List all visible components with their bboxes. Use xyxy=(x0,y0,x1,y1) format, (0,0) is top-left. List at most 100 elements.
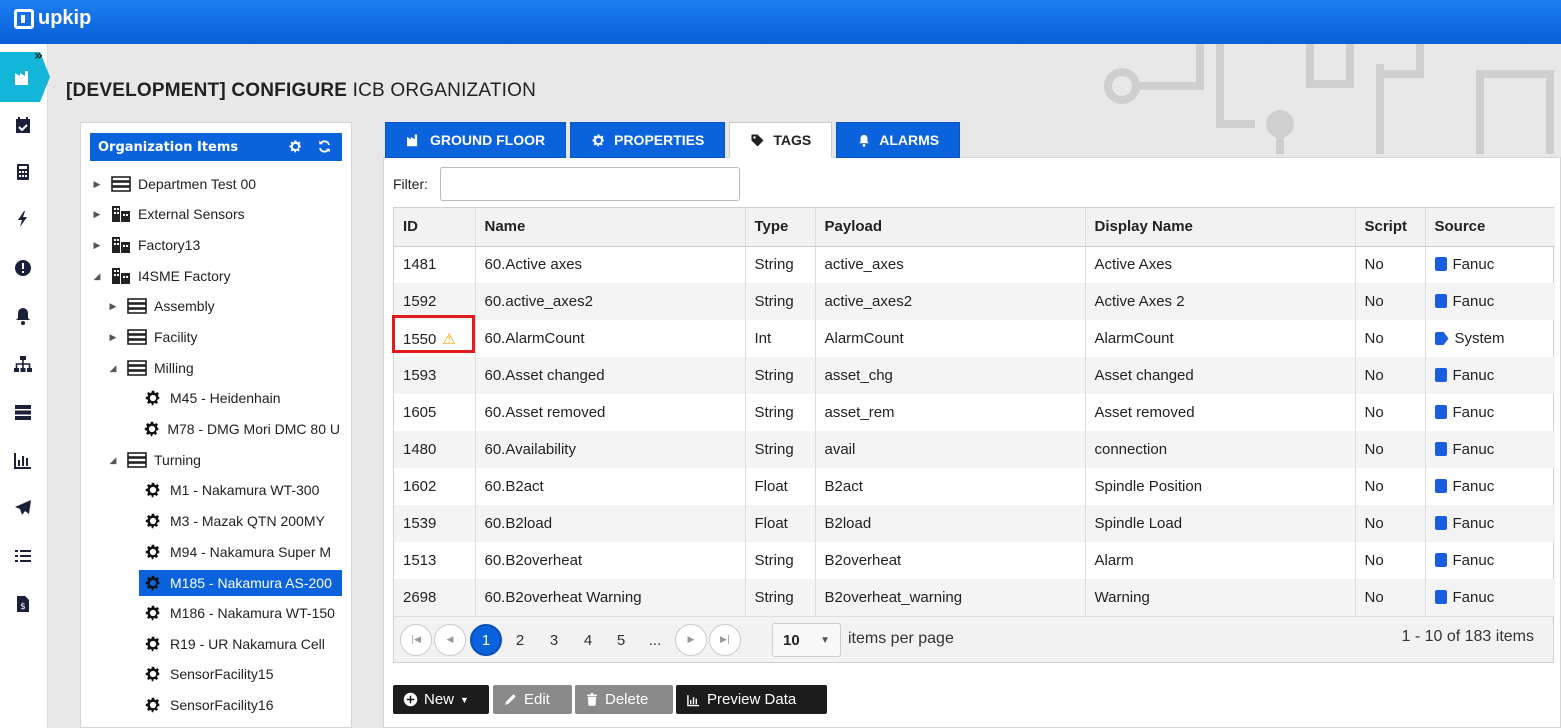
tree-item[interactable]: M3 - Mazak QTN 200MY xyxy=(142,508,325,534)
logo-icon xyxy=(14,8,34,29)
table-row[interactable]: 1605 60.Asset removed String asset_rem A… xyxy=(394,394,1555,431)
page-number[interactable]: 5 xyxy=(605,624,637,656)
exclamation-circle-icon[interactable] xyxy=(12,257,34,279)
source-label: Fanuc xyxy=(1452,515,1495,532)
cell-payload: active_axes xyxy=(814,246,1085,283)
tree-item[interactable]: M186 - Nakamura WT-150 xyxy=(142,600,340,626)
page-number[interactable]: 4 xyxy=(572,624,604,656)
table-row[interactable]: 2698 60.B2overheat Warning String B2over… xyxy=(394,579,1555,616)
new-button[interactable]: New ▼ xyxy=(393,685,489,714)
calculator-icon[interactable] xyxy=(12,161,34,183)
delete-button[interactable]: Delete xyxy=(575,685,673,714)
refresh-icon[interactable] xyxy=(317,139,332,154)
expand-caret-icon[interactable]: ▶ xyxy=(108,332,118,343)
bolt-icon[interactable] xyxy=(12,208,34,230)
tab-tags[interactable]: TAGS xyxy=(729,122,833,158)
bell-icon[interactable] xyxy=(12,305,34,327)
table-row[interactable]: 1593 60.Asset changed String asset_chg A… xyxy=(394,357,1555,394)
tree-item[interactable]: SensorFacility15 xyxy=(142,661,274,687)
tree-item-label: I4SME Factory xyxy=(138,268,231,284)
table-row[interactable]: 1592 60.active_axes2 String active_axes2… xyxy=(394,283,1555,320)
column-header-id[interactable]: ID xyxy=(394,208,475,247)
tab-ground-floor[interactable]: GROUND FLOOR xyxy=(385,122,567,158)
calendar-check-icon[interactable] xyxy=(12,114,34,136)
app-logo[interactable]: upkip xyxy=(14,7,91,30)
edit-button[interactable]: Edit xyxy=(493,685,572,714)
expand-caret-icon[interactable]: ▶ xyxy=(92,209,102,220)
collapse-caret-icon[interactable]: ◢ xyxy=(92,271,102,282)
tab-alarms[interactable]: ALARMS xyxy=(836,122,961,158)
filter-input[interactable] xyxy=(440,167,740,201)
tree-item[interactable]: ◢ Milling xyxy=(108,355,194,381)
table-row[interactable]: 1513 60.B2overheat String B2overheat Ala… xyxy=(394,542,1555,579)
page-more[interactable]: ... xyxy=(639,624,671,656)
chip-icon xyxy=(1434,479,1447,493)
settings-gear-icon[interactable] xyxy=(288,139,303,154)
page-number[interactable]: 2 xyxy=(504,624,536,656)
tab-label: ALARMS xyxy=(879,132,940,148)
cell-script: No xyxy=(1354,505,1425,542)
table-row[interactable]: 1481 60.Active axes String active_axes A… xyxy=(394,246,1555,283)
invoice-dollar-icon[interactable]: $ xyxy=(12,593,34,615)
source-label: Fanuc xyxy=(1452,256,1495,274)
gear-icon xyxy=(142,512,164,530)
tree-item[interactable]: ▶ Departmen Test 00 xyxy=(92,171,257,197)
cell-display-name: Warning xyxy=(1084,579,1355,616)
expand-caret-icon[interactable]: ▶ xyxy=(92,240,102,251)
cell-payload: asset_chg xyxy=(814,357,1085,394)
tree-item-selected[interactable]: M185 - Nakamura AS-200 xyxy=(139,570,342,596)
tree-item[interactable]: ◢ I4SME Factory xyxy=(92,263,231,289)
prev-page-button[interactable]: ◀ xyxy=(434,624,466,656)
column-header-script[interactable]: Script xyxy=(1354,208,1425,247)
page-number[interactable]: 3 xyxy=(538,624,570,656)
preview-data-button[interactable]: Preview Data xyxy=(676,685,827,714)
tree-item[interactable]: ▶ External Sensors xyxy=(92,201,245,227)
server-icon xyxy=(126,328,148,346)
sidebar: » $ xyxy=(0,44,50,728)
next-page-button[interactable]: ▶ xyxy=(675,624,707,656)
column-header-source[interactable]: Source xyxy=(1424,208,1555,247)
table-row[interactable]: 1602 60.B2act Float B2act Spindle Positi… xyxy=(394,468,1555,505)
tree-item-label: External Sensors xyxy=(138,206,245,222)
server-icon[interactable] xyxy=(12,401,34,423)
bar-chart-icon[interactable] xyxy=(12,449,34,471)
tree-item[interactable]: M45 - Heidenhain xyxy=(142,385,281,411)
expand-caret-icon[interactable]: ▶ xyxy=(92,179,102,190)
cell-type: String xyxy=(744,431,815,468)
last-page-button[interactable]: ▶| xyxy=(709,624,741,656)
tree-item[interactable]: M1 - Nakamura WT-300 xyxy=(142,477,319,503)
tree-item[interactable]: R19 - UR Nakamura Cell xyxy=(142,631,325,657)
first-page-button[interactable]: |◀ xyxy=(400,624,432,656)
cell-type: Int xyxy=(744,320,815,357)
source-label: Fanuc xyxy=(1452,441,1495,458)
tree-item[interactable]: ▶ Factory13 xyxy=(92,232,200,258)
column-header-type[interactable]: Type xyxy=(744,208,815,247)
table-row[interactable]: 1539 60.B2load Float B2load Spindle Load… xyxy=(394,505,1555,542)
column-header-display-name[interactable]: Display Name xyxy=(1084,208,1355,247)
list-icon[interactable] xyxy=(12,545,34,567)
page-size-select[interactable]: 10 ▼ xyxy=(772,623,841,657)
tree-item[interactable]: M78 - DMG Mori DMC 80 U xyxy=(142,416,340,442)
trash-icon xyxy=(587,693,597,706)
tree-item[interactable]: SensorFacility16 xyxy=(142,692,274,718)
page-number-current[interactable]: 1 xyxy=(470,624,502,656)
table-row[interactable]: 1480 60.Availability String avail connec… xyxy=(394,431,1555,468)
factory-icon[interactable] xyxy=(12,66,34,88)
tree-item[interactable]: M94 - Nakamura Super M xyxy=(142,539,340,565)
column-header-payload[interactable]: Payload xyxy=(814,208,1085,247)
collapse-caret-icon[interactable]: ◢ xyxy=(108,455,118,466)
gear-icon xyxy=(142,665,164,683)
paper-plane-icon[interactable] xyxy=(12,497,34,519)
tab-properties[interactable]: PROPERTIES xyxy=(570,122,726,158)
collapse-caret-icon[interactable]: ◢ xyxy=(108,363,118,374)
tree-item[interactable]: ◢ Turning xyxy=(108,447,201,473)
expand-caret-icon[interactable]: ▶ xyxy=(108,301,118,312)
table-row[interactable]: 1550 ⚠ 60.AlarmCount Int AlarmCount Alarm… xyxy=(394,320,1555,357)
sitemap-icon[interactable] xyxy=(12,353,34,375)
column-header-name[interactable]: Name xyxy=(474,208,745,247)
tree-item[interactable]: ▶ Assembly xyxy=(108,293,215,319)
cell-payload: asset_rem xyxy=(814,394,1085,431)
cell-script: No xyxy=(1354,431,1425,468)
tree-item[interactable]: ▶ Facility xyxy=(108,324,198,350)
expand-sidebar-icon[interactable]: » xyxy=(34,48,43,64)
